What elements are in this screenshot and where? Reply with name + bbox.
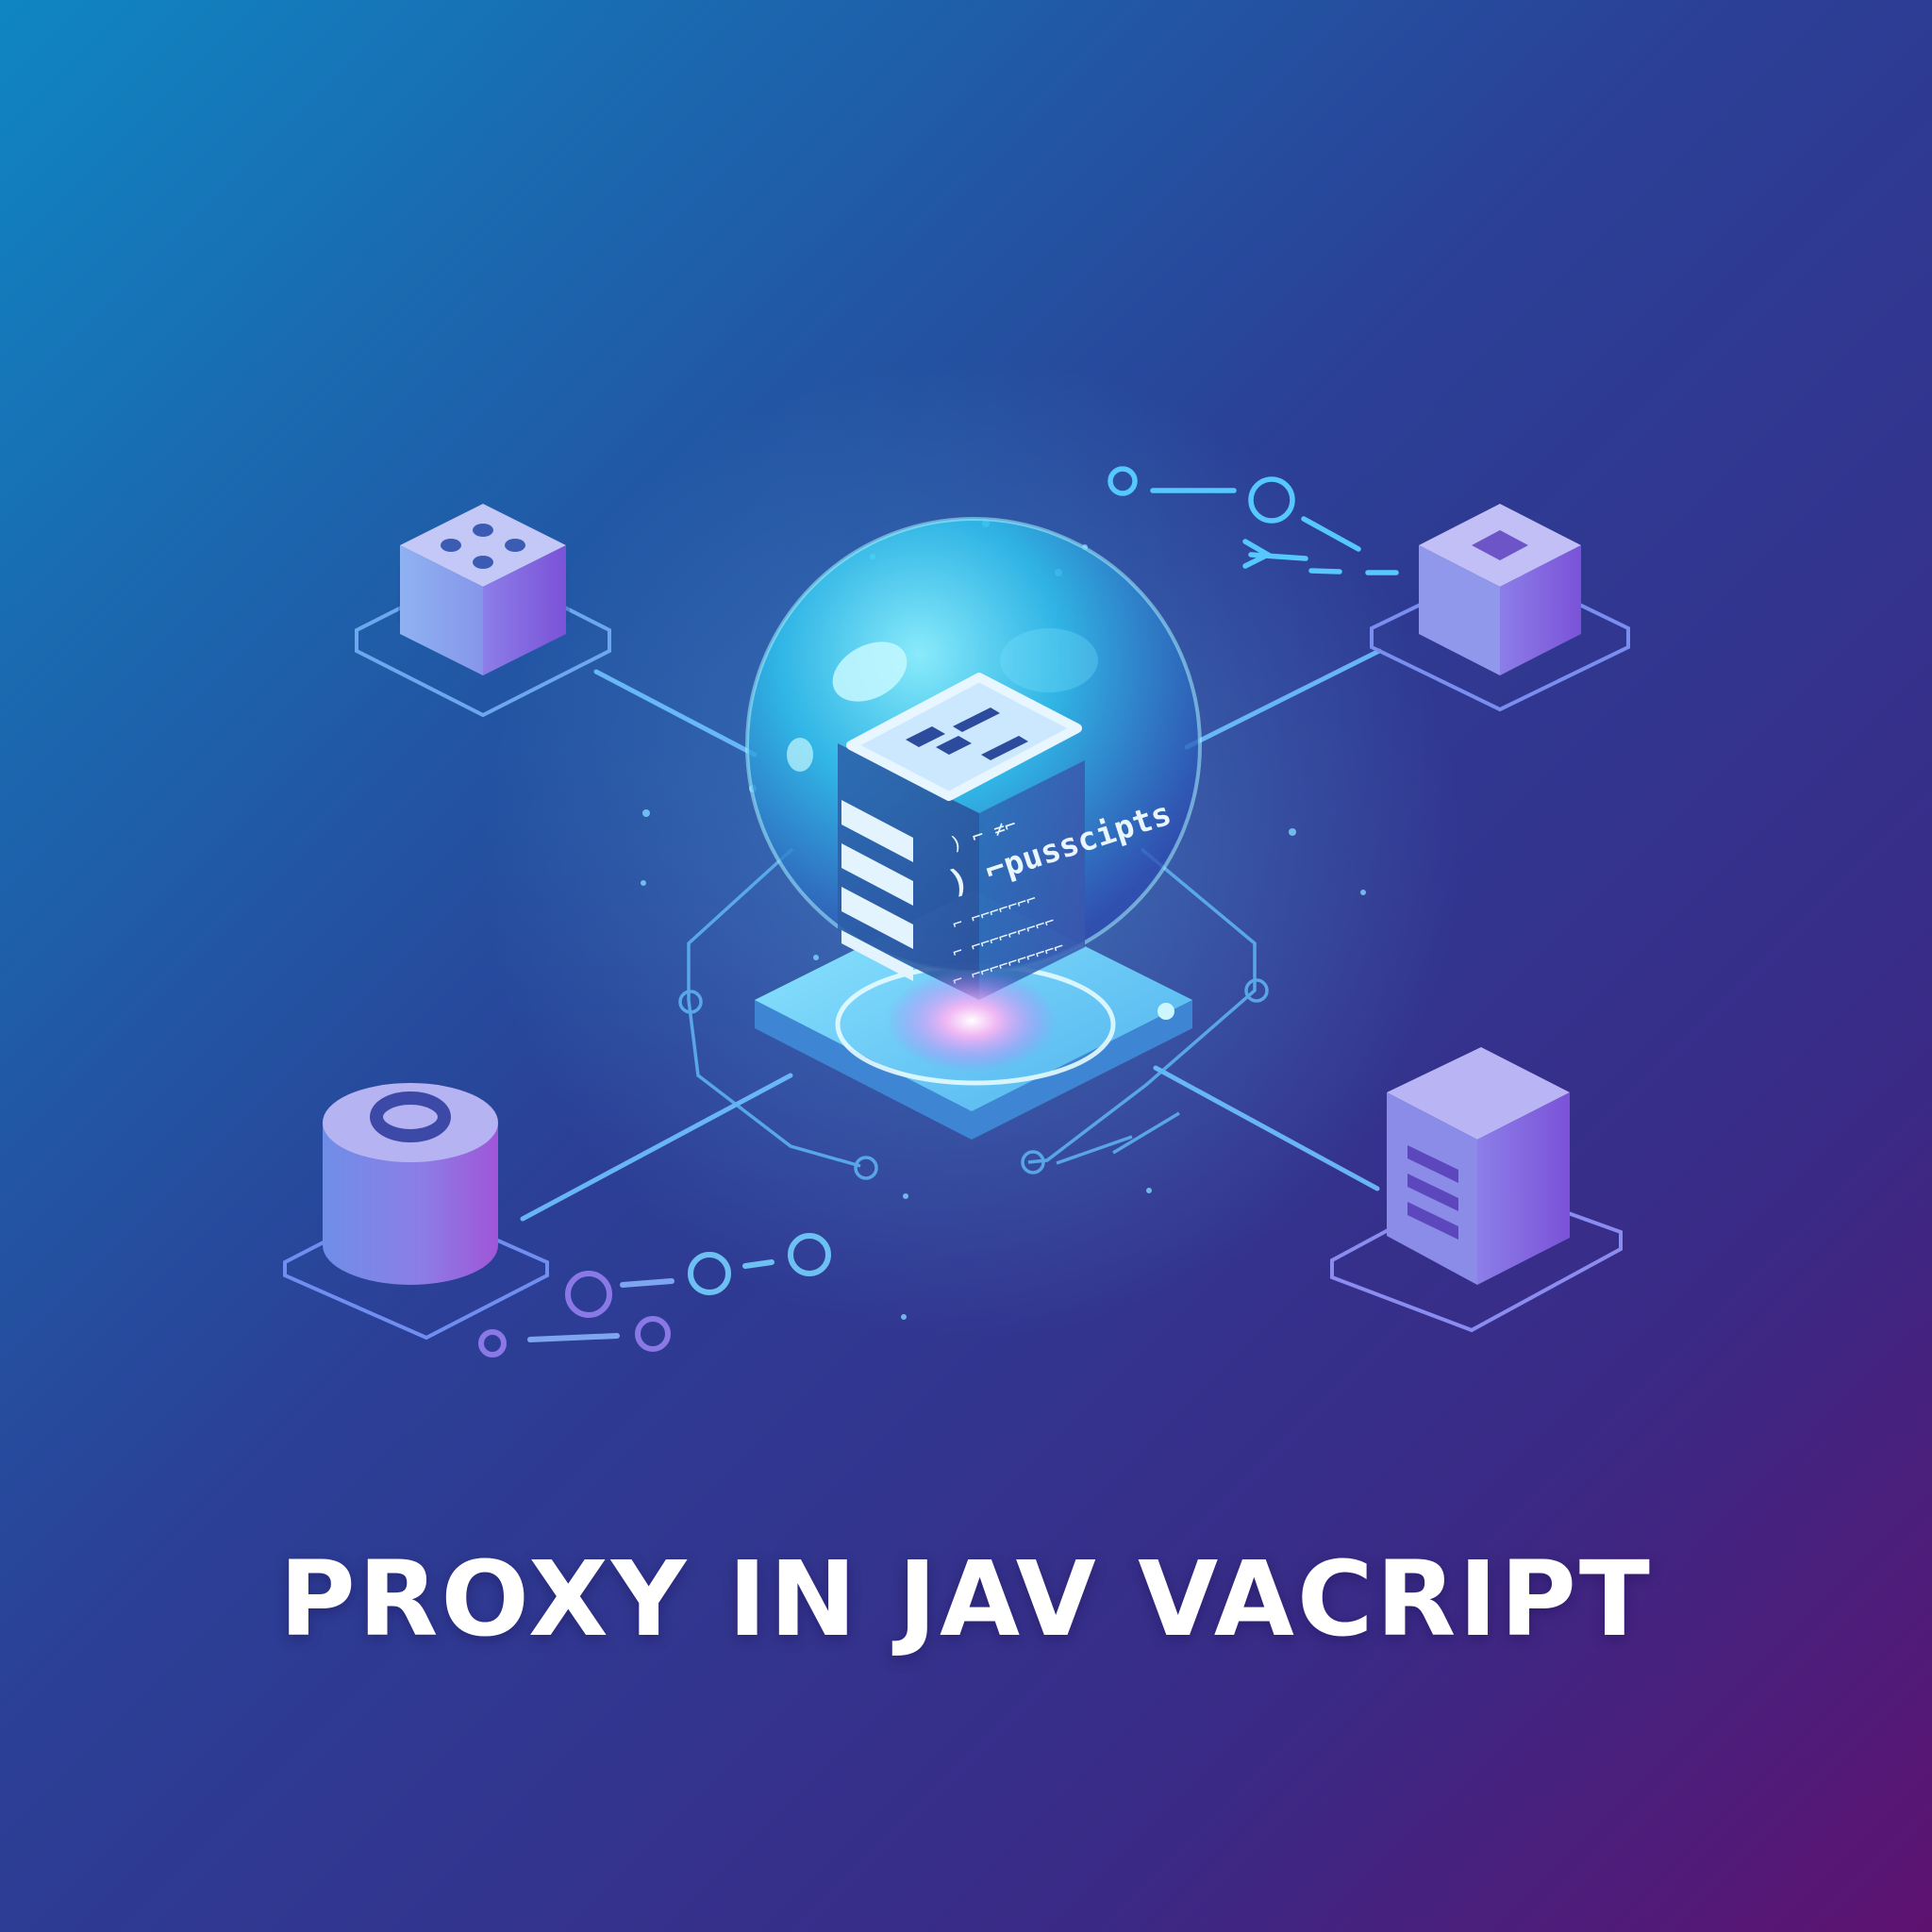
- page-title: PROXY IN JAV VACRIPT: [279, 1539, 1653, 1659]
- proxy-server-sphere-icon: ) ⌐ ≠⌐ ) ⌐pusscipts ⌐ ⌐⌐⌐⌐⌐⌐⌐ ⌐ ⌐⌐⌐⌐⌐⌐⌐⌐…: [745, 517, 1202, 1140]
